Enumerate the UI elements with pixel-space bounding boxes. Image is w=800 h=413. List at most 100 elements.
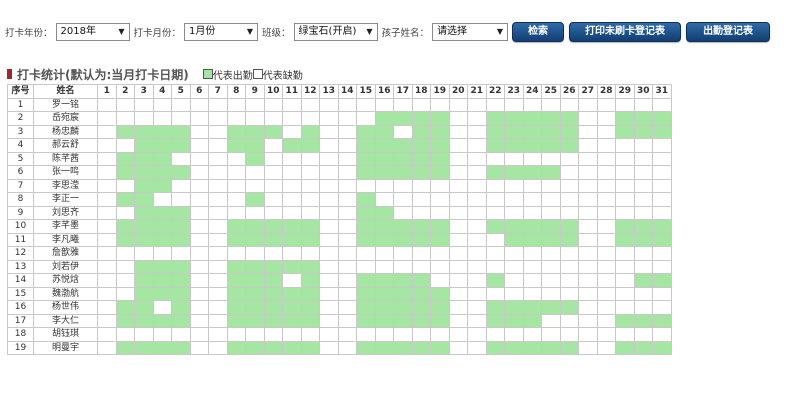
day-cell-absent	[522, 259, 542, 274]
day-cell-present	[263, 286, 283, 301]
day-cell-absent	[115, 205, 135, 220]
row-index: 15	[7, 286, 34, 301]
day-cell-present	[504, 138, 524, 153]
header-day: 10	[263, 84, 283, 99]
day-cell-absent	[189, 286, 209, 301]
search-button[interactable]: 检索	[512, 22, 565, 42]
day-cell-present	[263, 313, 283, 328]
day-cell-absent	[522, 327, 542, 342]
day-cell-absent	[448, 313, 468, 328]
day-cell-absent	[300, 151, 320, 166]
year-label: 打卡年份：	[5, 28, 53, 39]
day-cell-absent	[97, 219, 117, 234]
day-cell-present	[245, 192, 265, 207]
day-cell-absent	[208, 178, 228, 193]
day-cell-present	[485, 300, 505, 315]
day-cell-absent	[467, 219, 487, 234]
day-cell-present	[430, 219, 450, 234]
day-cell-present	[559, 340, 579, 355]
child-select[interactable]: 请选择 ▼	[432, 23, 509, 41]
day-cell-absent	[448, 232, 468, 247]
month-select[interactable]: 1月份 ▼	[184, 23, 259, 41]
day-cell-present	[282, 259, 302, 274]
day-cell-absent	[504, 192, 524, 207]
day-cell-absent	[319, 138, 339, 153]
day-cell-present	[393, 232, 413, 247]
day-cell-absent	[541, 178, 561, 193]
day-cell-absent	[652, 138, 672, 153]
header-day: 28	[596, 84, 616, 99]
section-marker-icon	[7, 69, 12, 79]
year-select[interactable]: 2018年 ▼	[55, 23, 130, 41]
day-cell-absent	[596, 97, 616, 112]
day-cell-absent	[652, 300, 672, 315]
day-cell-present	[541, 232, 561, 247]
day-cell-absent	[226, 192, 246, 207]
day-cell-absent	[189, 124, 209, 139]
day-cell-absent	[300, 205, 320, 220]
day-cell-absent	[282, 327, 302, 342]
day-cell-absent	[208, 232, 228, 247]
day-cell-absent	[541, 192, 561, 207]
header-day: 29	[615, 84, 635, 99]
table-row: 6 张一鸣	[7, 165, 672, 180]
day-cell-present	[374, 124, 394, 139]
print-unpunched-button[interactable]: 打印未刷卡登记表	[569, 22, 682, 42]
legend: 代表出勤 代表缺勤	[202, 67, 303, 82]
day-cell-present	[374, 232, 394, 247]
day-cell-absent	[97, 259, 117, 274]
day-cell-absent	[448, 178, 468, 193]
day-cell-present	[356, 165, 376, 180]
day-cell-absent	[448, 273, 468, 288]
day-cell-absent	[97, 97, 117, 112]
row-index: 2	[7, 111, 34, 126]
class-select[interactable]: 绿宝石(开启) ▼	[293, 23, 378, 41]
table-row: 15 魏渤航	[7, 286, 672, 301]
day-cell-present	[522, 124, 542, 139]
day-cell-present	[226, 219, 246, 234]
table-row: 3 杨忠麟	[7, 124, 672, 139]
day-cell-absent	[319, 205, 339, 220]
day-cell-absent	[596, 138, 616, 153]
day-cell-absent	[578, 273, 598, 288]
day-cell-present	[504, 165, 524, 180]
header-day: 18	[411, 84, 431, 99]
day-cell-absent	[97, 205, 117, 220]
day-cell-absent	[374, 327, 394, 342]
day-cell-absent	[245, 327, 265, 342]
day-cell-absent	[189, 97, 209, 112]
day-cell-present	[430, 232, 450, 247]
day-cell-absent	[467, 111, 487, 126]
day-cell-present	[226, 286, 246, 301]
attendance-register-button[interactable]: 出勤登记表	[686, 22, 771, 42]
day-cell-absent	[393, 192, 413, 207]
day-cell-present	[485, 165, 505, 180]
day-cell-absent	[448, 97, 468, 112]
class-select-value: 绿宝石(开启)	[298, 26, 357, 37]
day-cell-absent	[337, 111, 357, 126]
day-cell-present	[633, 340, 653, 355]
day-cell-absent	[430, 246, 450, 261]
day-cell-absent	[263, 246, 283, 261]
day-cell-present	[245, 138, 265, 153]
day-cell-absent	[615, 138, 635, 153]
day-cell-absent	[559, 151, 579, 166]
day-cell-present	[152, 178, 172, 193]
day-cell-present	[633, 111, 653, 126]
legend-absent-label: 代表缺勤	[262, 70, 303, 82]
day-cell-present	[541, 111, 561, 126]
row-index: 11	[7, 232, 34, 247]
day-cell-present	[356, 273, 376, 288]
header-day: 16	[374, 84, 394, 99]
day-cell-absent	[171, 327, 191, 342]
day-cell-absent	[652, 259, 672, 274]
day-cell-absent	[633, 151, 653, 166]
day-cell-present	[300, 259, 320, 274]
day-cell-present	[282, 300, 302, 315]
day-cell-present	[541, 124, 561, 139]
header-day: 7	[208, 84, 228, 99]
day-cell-present	[559, 138, 579, 153]
day-cell-absent	[208, 246, 228, 261]
day-cell-present	[300, 273, 320, 288]
table-row: 7 李思滢	[7, 178, 672, 193]
